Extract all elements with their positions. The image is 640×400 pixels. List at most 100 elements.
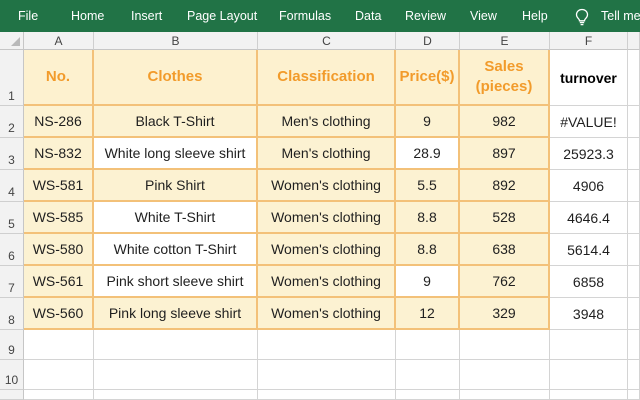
cell[interactable] [628, 234, 640, 266]
table-cell[interactable]: 892 [460, 170, 550, 202]
header-price[interactable]: Price($) [396, 50, 460, 106]
cell[interactable] [628, 170, 640, 202]
cell[interactable] [628, 266, 640, 298]
cell[interactable] [550, 360, 628, 390]
table-cell[interactable]: 12 [396, 298, 460, 330]
row-header-4[interactable]: 4 [0, 170, 24, 202]
tab-insert[interactable]: Insert [131, 0, 162, 32]
table-cell[interactable]: 5.5 [396, 170, 460, 202]
table-cell[interactable]: WS-580 [24, 234, 94, 266]
header-sales[interactable]: Sales (pieces) [460, 50, 550, 106]
column-header-e[interactable]: E [460, 32, 550, 50]
tab-page-layout[interactable]: Page Layout [187, 0, 257, 32]
table-cell[interactable]: 8.8 [396, 202, 460, 234]
row-header-6[interactable]: 6 [0, 234, 24, 266]
cell[interactable] [396, 330, 460, 360]
table-cell[interactable]: Pink short sleeve shirt [94, 266, 258, 298]
header-classification[interactable]: Classification [258, 50, 396, 106]
tab-review[interactable]: Review [405, 0, 446, 32]
table-cell[interactable]: 329 [460, 298, 550, 330]
table-cell[interactable]: Men's clothing [258, 138, 396, 170]
table-cell[interactable]: 9 [396, 266, 460, 298]
table-cell[interactable]: White cotton T-Shirt [94, 234, 258, 266]
cell[interactable] [94, 390, 258, 400]
turnover-cell[interactable]: 5614.4 [550, 234, 628, 266]
row-header-9[interactable]: 9 [0, 330, 24, 360]
cell[interactable] [460, 330, 550, 360]
header-turnover[interactable]: turnover [550, 50, 628, 106]
row-header-11[interactable] [0, 390, 24, 400]
column-header-g[interactable] [628, 32, 640, 50]
cell[interactable] [258, 360, 396, 390]
cell[interactable] [94, 360, 258, 390]
tab-data[interactable]: Data [355, 0, 381, 32]
cell[interactable] [550, 390, 628, 400]
row-header-7[interactable]: 7 [0, 266, 24, 298]
table-cell[interactable]: WS-581 [24, 170, 94, 202]
cell[interactable] [460, 390, 550, 400]
tab-file[interactable]: File [18, 0, 38, 32]
table-cell[interactable]: 638 [460, 234, 550, 266]
cell[interactable] [258, 390, 396, 400]
cell[interactable] [258, 330, 396, 360]
column-header-d[interactable]: D [396, 32, 460, 50]
table-cell[interactable]: 897 [460, 138, 550, 170]
table-cell[interactable]: White long sleeve shirt [94, 138, 258, 170]
table-cell[interactable]: 528 [460, 202, 550, 234]
table-cell[interactable]: WS-585 [24, 202, 94, 234]
column-header-c[interactable]: C [258, 32, 396, 50]
cell[interactable] [94, 330, 258, 360]
column-header-b[interactable]: B [94, 32, 258, 50]
row-header-3[interactable]: 3 [0, 138, 24, 170]
cell[interactable] [628, 298, 640, 330]
row-header-10[interactable]: 10 [0, 360, 24, 390]
table-cell[interactable]: Pink long sleeve shirt [94, 298, 258, 330]
row-header-2[interactable]: 2 [0, 106, 24, 138]
table-cell[interactable]: WS-561 [24, 266, 94, 298]
cell[interactable] [24, 330, 94, 360]
cell[interactable] [396, 390, 460, 400]
tab-help[interactable]: Help [522, 0, 548, 32]
turnover-cell[interactable]: 4906 [550, 170, 628, 202]
turnover-cell[interactable]: #VALUE! [550, 106, 628, 138]
tab-home[interactable]: Home [71, 0, 104, 32]
table-cell[interactable]: Black T-Shirt [94, 106, 258, 138]
table-cell[interactable]: 982 [460, 106, 550, 138]
cell[interactable] [628, 390, 640, 400]
cell[interactable] [628, 50, 640, 106]
cell[interactable] [628, 330, 640, 360]
select-all-corner[interactable] [0, 32, 24, 50]
table-cell[interactable]: 9 [396, 106, 460, 138]
turnover-cell[interactable]: 4646.4 [550, 202, 628, 234]
table-cell[interactable]: Women's clothing [258, 202, 396, 234]
turnover-cell[interactable]: 3948 [550, 298, 628, 330]
table-cell[interactable]: Women's clothing [258, 234, 396, 266]
cell[interactable] [24, 360, 94, 390]
table-cell[interactable]: Pink Shirt [94, 170, 258, 202]
table-cell[interactable]: White T-Shirt [94, 202, 258, 234]
row-header-8[interactable]: 8 [0, 298, 24, 330]
tab-view[interactable]: View [470, 0, 497, 32]
lightbulb-icon[interactable] [574, 8, 590, 26]
column-header-f[interactable]: F [550, 32, 628, 50]
tab-formulas[interactable]: Formulas [279, 0, 331, 32]
turnover-cell[interactable]: 6858 [550, 266, 628, 298]
cell[interactable] [628, 202, 640, 234]
header-clothes[interactable]: Clothes [94, 50, 258, 106]
table-cell[interactable]: Women's clothing [258, 298, 396, 330]
table-cell[interactable]: NS-286 [24, 106, 94, 138]
row-header-5[interactable]: 5 [0, 202, 24, 234]
tell-me-search[interactable]: Tell me [601, 0, 640, 32]
cell[interactable] [396, 360, 460, 390]
cell[interactable] [24, 390, 94, 400]
table-cell[interactable]: Women's clothing [258, 170, 396, 202]
table-cell[interactable]: NS-832 [24, 138, 94, 170]
cell[interactable] [460, 360, 550, 390]
cell[interactable] [628, 106, 640, 138]
cell[interactable] [628, 360, 640, 390]
table-cell[interactable]: WS-560 [24, 298, 94, 330]
table-cell[interactable]: 28.9 [396, 138, 460, 170]
table-cell[interactable]: Women's clothing [258, 266, 396, 298]
table-cell[interactable]: 762 [460, 266, 550, 298]
table-cell[interactable]: 8.8 [396, 234, 460, 266]
